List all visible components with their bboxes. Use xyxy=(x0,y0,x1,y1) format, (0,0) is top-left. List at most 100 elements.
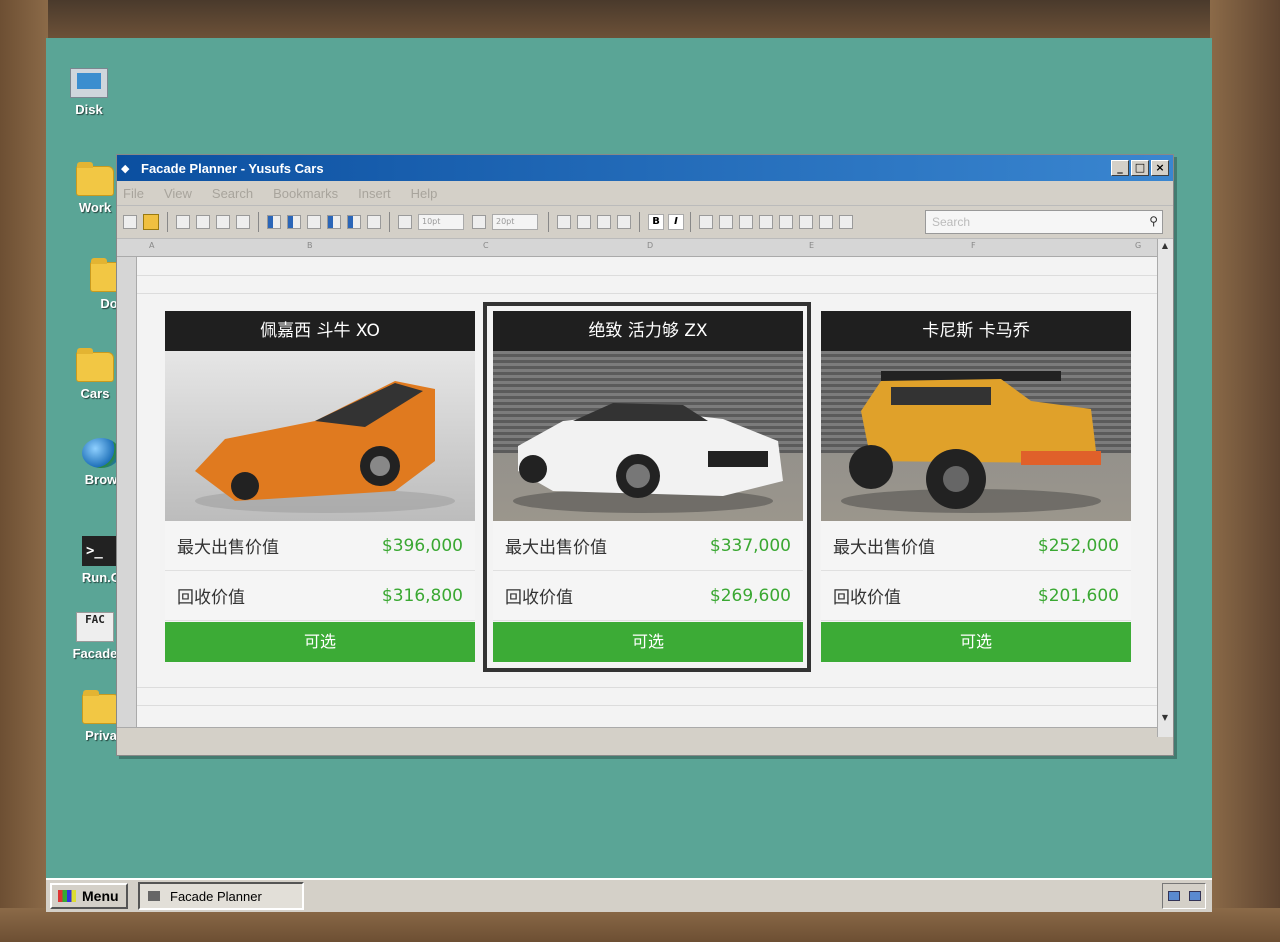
list-icon[interactable] xyxy=(799,215,813,229)
vehicle-name: 绝致 活力够 ZX xyxy=(493,311,803,351)
layout-bottom-icon[interactable] xyxy=(347,215,361,229)
max-sale-label: 最大出售价值 xyxy=(177,538,279,558)
new-file-icon[interactable] xyxy=(123,215,137,229)
toolbar-separator xyxy=(258,212,259,232)
delete-icon[interactable] xyxy=(367,215,381,229)
grid-line xyxy=(137,705,1157,706)
column-header-b[interactable]: B xyxy=(307,241,313,250)
menu-help[interactable]: Help xyxy=(411,186,438,201)
layout-center-icon[interactable] xyxy=(287,215,301,229)
app-icon: ◆ xyxy=(121,162,130,175)
network-icon[interactable] xyxy=(1167,891,1180,901)
monitor-bezel-bottom xyxy=(0,908,1280,942)
italic-button[interactable]: I xyxy=(668,214,684,230)
taskbar-item-label: Facade Planner xyxy=(170,888,262,904)
close-button[interactable]: × xyxy=(1151,160,1169,176)
max-sale-row: 最大出售价值 $396,000 xyxy=(165,521,475,571)
folder-icon xyxy=(76,348,114,382)
align-center-icon[interactable] xyxy=(759,215,773,229)
toolbar-separator xyxy=(389,212,390,232)
column-headers: A B C D E F G xyxy=(117,239,1157,257)
desktop-icon-disk[interactable]: Disk xyxy=(54,68,124,117)
save-icon[interactable] xyxy=(143,214,159,230)
available-button[interactable]: 可选 xyxy=(493,622,803,662)
border-bottom-icon[interactable] xyxy=(577,215,591,229)
numbered-list-icon[interactable] xyxy=(819,215,833,229)
align-justify-icon[interactable] xyxy=(719,215,733,229)
border-icon[interactable] xyxy=(557,215,571,229)
menu-file[interactable]: File xyxy=(123,186,144,201)
trade-value-row: 回收价值 $269,600 xyxy=(493,571,803,621)
font-size-select[interactable]: 10pt xyxy=(418,214,464,230)
taskbar: Menu Facade Planner xyxy=(46,878,1212,912)
insert-row-icon[interactable] xyxy=(307,215,321,229)
max-sale-row: 最大出售价值 $337,000 xyxy=(493,521,803,571)
column-header-g[interactable]: G xyxy=(1135,241,1141,250)
taskbar-item-facade-planner[interactable]: Facade Planner xyxy=(138,882,304,910)
column-header-f[interactable]: F xyxy=(971,241,976,250)
trade-value-label: 回收价值 xyxy=(177,588,245,608)
spreadsheet-area[interactable]: A B C D E F G 佩嘉西 斗牛 XO 最大出售价值 $396,000 … xyxy=(117,239,1173,737)
column-header-d[interactable]: D xyxy=(647,241,653,250)
table-icon[interactable] xyxy=(699,215,713,229)
facade-planner-window: ◆ Facade Planner - Yusufs Cars _ □ × Fil… xyxy=(116,154,1174,756)
search-placeholder: Search xyxy=(932,215,971,229)
scroll-down-icon[interactable]: ▼ xyxy=(1158,711,1172,725)
layout-left-icon[interactable] xyxy=(267,215,281,229)
column-header-c[interactable]: C xyxy=(483,241,489,250)
image-icon[interactable] xyxy=(216,215,230,229)
title-bar[interactable]: ◆ Facade Planner - Yusufs Cars _ □ × xyxy=(117,155,1173,181)
vehicle-card[interactable]: 卡尼斯 卡马乔 最大出售价值 $252,000 回收价值 $201,600 可选 xyxy=(821,311,1131,663)
page-layout-icon[interactable] xyxy=(196,215,210,229)
column-header-e[interactable]: E xyxy=(809,241,814,250)
maximize-button[interactable]: □ xyxy=(1131,160,1149,176)
align-left-icon[interactable] xyxy=(739,215,753,229)
copy-icon[interactable] xyxy=(236,215,250,229)
search-input[interactable]: Search ⚲ xyxy=(925,210,1163,234)
vertical-scrollbar[interactable]: ▲ ▼ xyxy=(1157,239,1173,737)
display-icon[interactable] xyxy=(1188,891,1201,901)
available-button[interactable]: 可选 xyxy=(165,622,475,662)
window-title: Facade Planner - Yusufs Cars xyxy=(141,160,324,176)
indent-icon[interactable] xyxy=(398,215,412,229)
desktop-icon-label: Disk xyxy=(75,102,103,117)
layout-top-icon[interactable] xyxy=(327,215,341,229)
scroll-up-icon[interactable]: ▲ xyxy=(1158,239,1172,253)
monitor-bezel-left xyxy=(0,0,48,942)
toolbar: 10pt 20pt B I Search ⚲ xyxy=(117,205,1173,239)
size-select[interactable]: 20pt xyxy=(492,214,538,230)
available-button[interactable]: 可选 xyxy=(821,622,1131,662)
bold-button[interactable]: B xyxy=(648,214,664,230)
vehicle-name: 卡尼斯 卡马乔 xyxy=(821,311,1131,351)
align-right-icon[interactable] xyxy=(779,215,793,229)
max-sale-value: $396,000 xyxy=(381,535,463,556)
vehicle-card[interactable]: 绝致 活力够 ZX 最大出售价值 $337,000 回收价值 $269,600 … xyxy=(493,311,803,663)
strikethrough-icon[interactable] xyxy=(617,215,631,229)
vehicle-image xyxy=(493,351,803,521)
border-all-icon[interactable] xyxy=(597,215,611,229)
max-sale-label: 最大出售价值 xyxy=(505,538,607,558)
menu-bookmarks[interactable]: Bookmarks xyxy=(273,186,338,201)
menu-logo-icon xyxy=(58,890,76,902)
start-menu-button[interactable]: Menu xyxy=(50,883,128,909)
row-headers xyxy=(117,257,137,727)
desktop: Disk Work Do Cars Brow >_ Run.C FAC Faca… xyxy=(46,38,1212,912)
facade-app-icon: FAC xyxy=(76,612,114,642)
vehicle-image xyxy=(821,351,1131,521)
vehicle-card[interactable]: 佩嘉西 斗牛 XO 最大出售价值 $396,000 回收价值 $316,800 … xyxy=(165,311,475,663)
page-icon[interactable] xyxy=(176,215,190,229)
line-spacing-icon[interactable] xyxy=(472,215,486,229)
search-icon[interactable]: ⚲ xyxy=(1149,214,1158,228)
horizontal-scrollbar[interactable] xyxy=(117,727,1157,737)
minimize-button[interactable]: _ xyxy=(1111,160,1129,176)
outdent-icon[interactable] xyxy=(839,215,853,229)
trade-value-value: $201,600 xyxy=(1037,585,1119,606)
max-sale-label: 最大出售价值 xyxy=(833,538,935,558)
menu-view[interactable]: View xyxy=(164,186,192,201)
sports-car-illustration xyxy=(195,381,455,513)
menu-insert[interactable]: Insert xyxy=(358,186,391,201)
folder-icon xyxy=(82,690,120,724)
menu-search[interactable]: Search xyxy=(212,186,253,201)
column-header-a[interactable]: A xyxy=(149,241,154,250)
grid-line xyxy=(137,275,1157,276)
